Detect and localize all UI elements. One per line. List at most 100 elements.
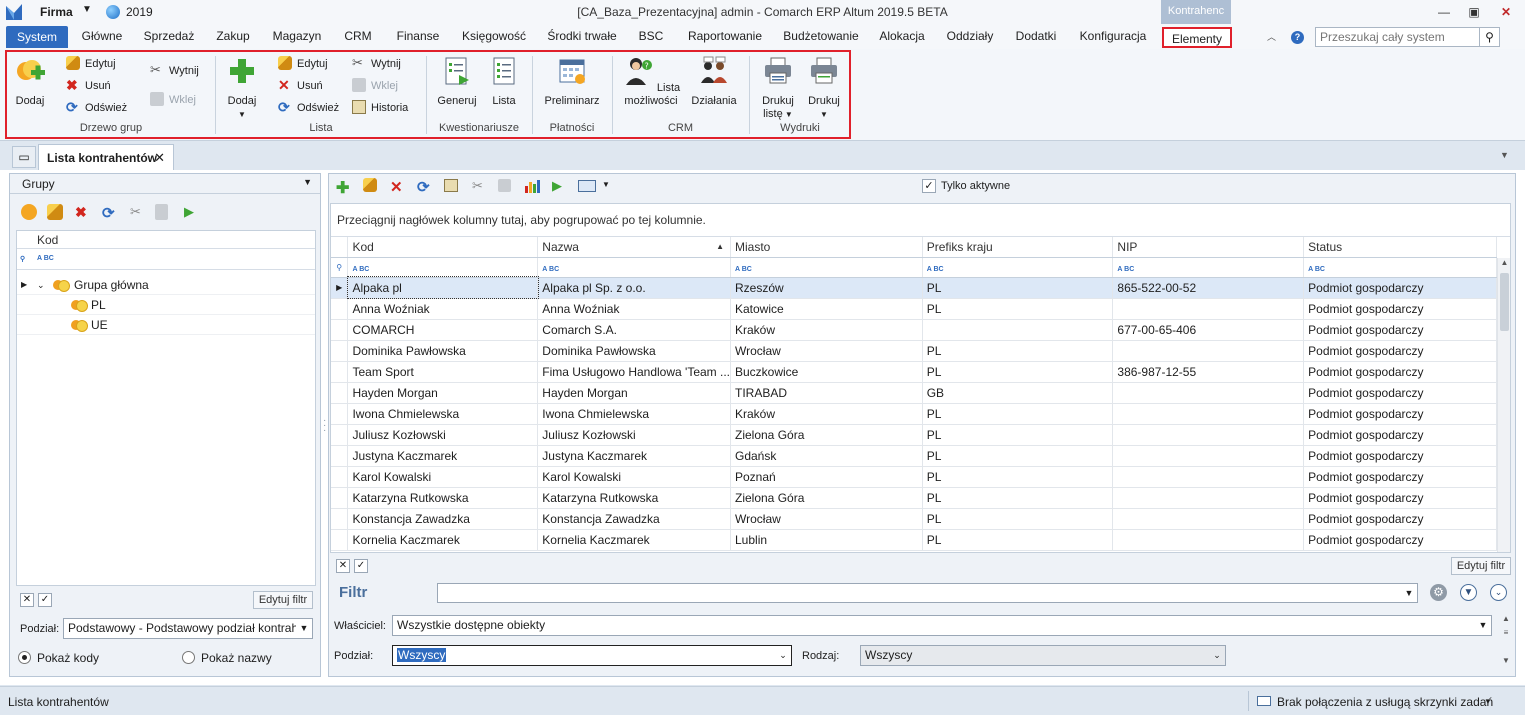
row-indicator[interactable]: [331, 424, 349, 446]
edit-icon[interactable]: [363, 178, 377, 192]
help-icon[interactable]: ?: [1291, 31, 1304, 44]
status-right[interactable]: Brak połączenia z usługą skrzynki zadań: [1277, 695, 1493, 709]
groups-header[interactable]: Grupy ▼: [10, 174, 320, 194]
view-icon[interactable]: [578, 180, 596, 192]
chart-icon[interactable]: [524, 178, 540, 194]
table-row[interactable]: Juliusz Kozłowski Juliusz Kozłowski Zielon…: [331, 424, 1497, 446]
settings-gear-icon[interactable]: ⚙: [1430, 584, 1447, 601]
tab-crm[interactable]: CRM: [336, 24, 380, 49]
list-refresh-button[interactable]: ⟳ Odśwież: [278, 99, 339, 117]
table-row[interactable]: COMARCH Comarch S.A. Kraków 677-00-65-406 Po…: [331, 319, 1497, 341]
splitter-grip[interactable]: · · ·: [323, 416, 326, 436]
col-kod[interactable]: Kod: [347, 237, 539, 258]
row-indicator[interactable]: ▶: [331, 277, 349, 299]
expand-filter-icon[interactable]: ⌄: [1490, 584, 1507, 601]
lista-mozliwosci-button[interactable]: ? Lista możliwości: [620, 55, 682, 108]
scroll-thumb[interactable]: [1500, 273, 1509, 331]
row-indicator[interactable]: [331, 382, 349, 404]
tab-magazyn[interactable]: Magazyn: [266, 24, 328, 49]
clear-filter-icon[interactable]: ✕: [20, 593, 34, 607]
tab-elementy[interactable]: Elementy: [1162, 27, 1232, 48]
add-group-icon[interactable]: [21, 204, 37, 220]
tab-bsc[interactable]: BSC: [632, 24, 670, 49]
refresh-icon[interactable]: ⟳: [417, 178, 433, 196]
col-nazwa[interactable]: Nazwa ▲: [537, 237, 731, 258]
col-nip[interactable]: NIP: [1112, 237, 1305, 258]
paste-icon[interactable]: [498, 179, 511, 192]
tab-srodki-trwale[interactable]: Środki trwałe: [540, 24, 624, 49]
table-row[interactable]: Justyna Kaczmarek Justyna Kaczmarek Gdańsk…: [331, 445, 1497, 467]
tree-col-kod[interactable]: Kod: [17, 231, 315, 249]
right-edit-filter-button[interactable]: Edytuj filtr: [1451, 557, 1511, 575]
scissors-icon[interactable]: ✂: [472, 178, 488, 194]
row-indicator[interactable]: [331, 298, 349, 320]
row-indicator[interactable]: [331, 361, 349, 383]
table-row[interactable]: Konstancja Zawadzka Konstancja Zawadzka Wr…: [331, 508, 1497, 530]
rodzaj-select[interactable]: Wszyscy ⌄: [860, 645, 1226, 666]
row-indicator[interactable]: [331, 403, 349, 425]
col-prefiks[interactable]: Prefiks kraju: [922, 237, 1114, 258]
tylko-aktywne-checkbox[interactable]: ✓: [922, 179, 936, 193]
tree-add-button[interactable]: Dodaj: [12, 55, 48, 108]
paste-icon[interactable]: [155, 204, 168, 220]
table-row[interactable]: Katarzyna Rutkowska Katarzyna Rutkowska Zi…: [331, 487, 1497, 509]
chevron-down-icon[interactable]: ▼: [1401, 584, 1417, 602]
dropdown-arrow-icon[interactable]: ▼: [1484, 697, 1492, 706]
tree-refresh-button[interactable]: ⟳ Odśwież: [66, 99, 127, 117]
row-indicator[interactable]: [331, 340, 349, 362]
table-row[interactable]: Hayden Morgan Hayden Morgan TIRABAD GB Podmi…: [331, 382, 1497, 404]
search-icon[interactable]: ⚲: [1479, 28, 1499, 46]
table-row[interactable]: Karol Kowalski Karol Kowalski Poznań PL Podm…: [331, 466, 1497, 488]
table-row[interactable]: ▶ Alpaka pl Alpaka pl Sp. z o.o. Rzeszów PL 8…: [331, 276, 1497, 299]
list-history-button[interactable]: Historia: [352, 99, 408, 117]
dropdown-arrow-icon[interactable]: ▼: [602, 180, 610, 189]
drukuj-button[interactable]: Drukuj ▼: [804, 55, 844, 121]
scissors-icon[interactable]: ✂: [130, 204, 146, 220]
filter-prefiks[interactable]: A BC: [922, 257, 1114, 278]
row-indicator[interactable]: [331, 487, 349, 509]
clear-filter-icon[interactable]: ✕: [336, 559, 350, 573]
filter-nip[interactable]: A BC: [1112, 257, 1305, 278]
row-indicator[interactable]: [331, 508, 349, 530]
table-row[interactable]: Iwona Chmielewska Iwona Chmielewska Kraków…: [331, 403, 1497, 425]
table-row[interactable]: Kornelia Kaczmarek Kornelia Kaczmarek Lubl…: [331, 529, 1497, 551]
tree-row-ue[interactable]: UE: [17, 315, 315, 335]
chevron-down-icon[interactable]: ▼: [1475, 616, 1491, 635]
search-input[interactable]: [1316, 28, 1478, 46]
maximize-icon[interactable]: ▣: [1460, 2, 1488, 22]
tab-budzetowanie[interactable]: Budżetowanie: [776, 24, 866, 49]
tree-filter-row[interactable]: ⚲ A BC: [17, 250, 315, 270]
tab-konfiguracja[interactable]: Konfiguracja: [1072, 24, 1154, 49]
grid-scrollbar[interactable]: ▲: [1497, 258, 1510, 552]
filter-nazwa[interactable]: A BC: [537, 257, 731, 278]
tree-edit-button[interactable]: Edytuj: [66, 55, 116, 73]
filter-checkbox[interactable]: ✓: [38, 593, 52, 607]
add-icon[interactable]: ✚: [336, 178, 352, 197]
tab-sprzedaz[interactable]: Sprzedaż: [138, 24, 200, 49]
tab-zakup[interactable]: Zakup: [208, 24, 258, 49]
radio-pokaz-kody[interactable]: [18, 651, 31, 664]
chevron-down-icon[interactable]: ▼: [303, 177, 312, 187]
tab-alokacja[interactable]: Alokacja: [872, 24, 932, 49]
preliminarz-button[interactable]: Preliminarz: [540, 55, 604, 108]
tree-row-root[interactable]: ▶ ⌄ Grupa główna: [17, 275, 315, 295]
wlasciciel-select[interactable]: Wszystkie dostępne obiekty ▼: [392, 615, 1492, 636]
tab-ksiegowosc[interactable]: Księgowość: [456, 24, 532, 49]
kwest-lista-button[interactable]: Lista: [488, 55, 520, 108]
list-delete-button[interactable]: ✕ Usuń: [278, 77, 323, 95]
tab-oddzialy[interactable]: Oddziały: [938, 24, 1002, 49]
tab-raportowanie[interactable]: Raportowanie: [678, 24, 772, 49]
tab-finanse[interactable]: Finanse: [388, 24, 448, 49]
delete-group-icon[interactable]: ✖: [75, 204, 91, 220]
drukuj-liste-button[interactable]: Drukuj listę ▼: [756, 55, 800, 121]
row-indicator[interactable]: [331, 466, 349, 488]
delete-icon[interactable]: ✕: [390, 178, 406, 196]
tab-dodatki[interactable]: Dodatki: [1008, 24, 1064, 49]
row-indicator[interactable]: [331, 319, 349, 341]
list-edit-button[interactable]: Edytuj: [278, 55, 328, 73]
scroll-up-icon[interactable]: ▲: [1498, 258, 1510, 267]
history-icon[interactable]: [444, 179, 458, 192]
tab-system[interactable]: System: [6, 26, 68, 48]
tab-glowne[interactable]: Główne: [72, 24, 132, 49]
row-indicator[interactable]: [331, 529, 349, 551]
